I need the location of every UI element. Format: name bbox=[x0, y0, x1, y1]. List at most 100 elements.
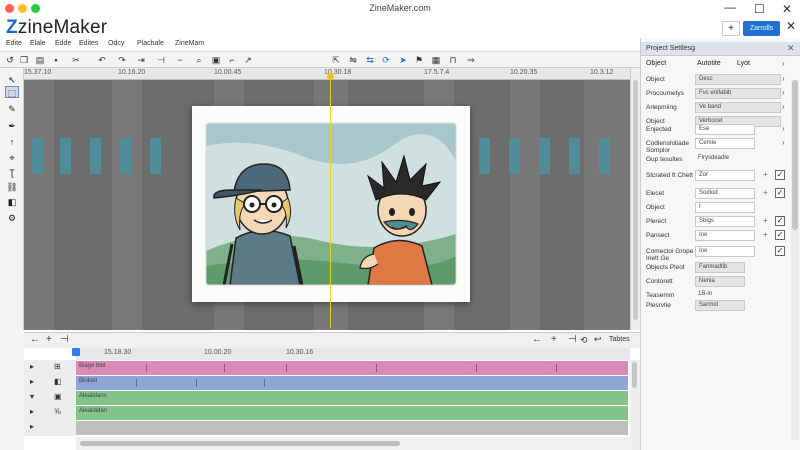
crop-icon[interactable]: ⌐ bbox=[226, 54, 238, 66]
property-value-field[interactable]: Zor bbox=[695, 170, 755, 181]
property-checkbox[interactable]: ✓ bbox=[775, 230, 785, 240]
add-property-icon[interactable]: + bbox=[763, 188, 768, 197]
add-property-icon[interactable]: + bbox=[763, 170, 768, 179]
text-tool-icon[interactable]: Ʈ bbox=[5, 167, 19, 179]
property-value-field[interactable]: Ine bbox=[695, 230, 755, 241]
timeline-track[interactable]: Alealidans bbox=[76, 391, 628, 405]
tab-autotite[interactable]: Autotite bbox=[697, 60, 721, 67]
next-icon[interactable]: ⇒ bbox=[465, 54, 477, 66]
chevron-right-icon[interactable]: › bbox=[782, 88, 785, 97]
plus-icon[interactable]: + bbox=[551, 334, 557, 345]
menu-item[interactable]: Plachale bbox=[137, 40, 164, 47]
resize-icon[interactable]: ↗ bbox=[242, 54, 254, 66]
track-header[interactable]: ▸ ⅝ bbox=[24, 405, 76, 419]
back-arrow-icon[interactable]: ← bbox=[532, 334, 542, 345]
add-property-icon[interactable]: + bbox=[763, 230, 768, 239]
property-value-field[interactable]: Fanmadtib bbox=[695, 262, 745, 273]
close-panel-icon[interactable]: ✕ bbox=[786, 19, 796, 33]
eyedropper-icon[interactable]: ⌖ bbox=[5, 152, 19, 164]
trim-end-icon[interactable]: ⊣ bbox=[60, 334, 69, 345]
tab-lyot[interactable]: Lyot bbox=[737, 60, 750, 67]
panel-scroll-thumb[interactable] bbox=[792, 80, 798, 230]
timeline-track-empty[interactable] bbox=[76, 421, 628, 435]
close-icon[interactable]: ✕ bbox=[782, 2, 792, 16]
canvas-vertical-scrollbar[interactable] bbox=[630, 68, 640, 330]
restore-icon[interactable]: ☐ bbox=[754, 2, 765, 16]
track-header[interactable]: ▾ ▣ bbox=[24, 390, 76, 404]
clip-tool-icon[interactable]: ⛓ bbox=[5, 181, 19, 193]
minus-icon[interactable]: − bbox=[174, 54, 186, 66]
tabs-label[interactable]: Tabtes bbox=[609, 336, 630, 343]
canvas-area[interactable] bbox=[24, 80, 630, 330]
comic-panel[interactable] bbox=[192, 106, 470, 302]
chevron-right-icon[interactable]: › bbox=[782, 59, 785, 68]
timeline-vertical-scrollbar[interactable] bbox=[630, 360, 640, 450]
add-property-icon[interactable]: + bbox=[763, 216, 768, 225]
arrow-tool-icon[interactable]: ↖ bbox=[5, 74, 19, 86]
select-tool-icon[interactable]: ⬚ bbox=[5, 86, 19, 98]
brush-tool-icon[interactable]: ✎ bbox=[5, 103, 19, 115]
property-checkbox[interactable]: ✓ bbox=[775, 188, 785, 198]
timeline-track[interactable]: Bloked bbox=[76, 376, 628, 390]
align-icon[interactable]: ⇋ bbox=[347, 54, 359, 66]
timeline-track[interactable]: Alealdidan bbox=[76, 406, 628, 420]
film-icon[interactable]: ▦ bbox=[430, 54, 442, 66]
pointer-icon[interactable]: ➤ bbox=[397, 54, 409, 66]
back-icon[interactable]: ↶ bbox=[96, 54, 108, 66]
property-value-field[interactable]: Ine bbox=[695, 246, 755, 257]
marker-icon[interactable]: ⇆ bbox=[364, 54, 376, 66]
property-value-field[interactable]: Fvc enifabib bbox=[695, 88, 781, 99]
property-checkbox[interactable]: ✓ bbox=[775, 216, 785, 226]
add-button[interactable]: + bbox=[722, 21, 740, 36]
forward-icon[interactable]: ↷ bbox=[116, 54, 128, 66]
track-header[interactable]: ▸ ⊞ bbox=[24, 360, 76, 374]
paste-icon[interactable]: ▤ bbox=[34, 54, 46, 66]
property-value-field[interactable]: Sodiod bbox=[695, 188, 755, 199]
chevron-right-icon[interactable]: › bbox=[782, 124, 785, 133]
shape-tool-icon[interactable]: ↑ bbox=[5, 136, 19, 148]
minimize-icon[interactable]: — bbox=[724, 0, 736, 14]
menu-item[interactable]: ZineMam bbox=[175, 40, 204, 47]
chevron-right-icon[interactable]: › bbox=[782, 138, 785, 147]
property-value-field[interactable]: Desc bbox=[695, 74, 781, 85]
playhead-handle[interactable] bbox=[327, 73, 334, 80]
add-track-icon[interactable]: + bbox=[46, 334, 52, 345]
panel-scrollbar[interactable] bbox=[791, 80, 799, 440]
move-left-icon[interactable]: ← bbox=[30, 334, 40, 345]
chevron-right-icon[interactable]: › bbox=[782, 102, 785, 111]
menu-item[interactable]: Edde bbox=[55, 40, 71, 47]
settings-tool-icon[interactable]: ⚙ bbox=[5, 212, 19, 224]
cut-icon[interactable]: ✂ bbox=[70, 54, 82, 66]
menu-item[interactable]: Odcy bbox=[108, 40, 124, 47]
trim-icon[interactable]: ⊣ bbox=[155, 54, 167, 66]
split-icon[interactable]: ⇥ bbox=[135, 54, 147, 66]
track-header[interactable]: ▸ ◧ bbox=[24, 375, 76, 389]
copy-icon[interactable]: ❐ bbox=[18, 54, 30, 66]
track-header[interactable]: ▸ bbox=[24, 420, 76, 434]
property-value-field[interactable]: Ve band bbox=[695, 102, 781, 113]
rotate-icon[interactable]: ⟳ bbox=[380, 54, 392, 66]
menu-item[interactable]: Elale bbox=[30, 40, 46, 47]
select-icon[interactable]: ⇱ bbox=[330, 54, 342, 66]
layers-tool-icon[interactable]: ◧ bbox=[5, 196, 19, 208]
primary-action-button[interactable]: Zarrolls bbox=[743, 21, 780, 36]
property-checkbox[interactable]: ✓ bbox=[775, 246, 785, 256]
search-icon[interactable]: ⌕ bbox=[193, 54, 205, 66]
link-icon[interactable]: ⟲ bbox=[580, 335, 588, 346]
timeline-track[interactable]: Biage blot bbox=[76, 361, 628, 375]
property-value-field[interactable]: I bbox=[695, 202, 755, 213]
property-value-field[interactable]: Ese bbox=[695, 124, 755, 135]
media-icon[interactable]: ▣ bbox=[210, 54, 222, 66]
menu-item[interactable]: Edite bbox=[6, 40, 22, 47]
end-icon[interactable]: ⊣ bbox=[568, 334, 577, 345]
flag-icon[interactable]: ⚑ bbox=[413, 54, 425, 66]
menu-item[interactable]: Edites bbox=[79, 40, 98, 47]
panel-close-icon[interactable]: ✕ bbox=[787, 43, 795, 54]
pen-tool-icon[interactable]: ✒ bbox=[5, 120, 19, 132]
scroll-thumb[interactable] bbox=[80, 441, 400, 446]
ripple-icon[interactable]: ↩ bbox=[594, 334, 602, 345]
property-checkbox[interactable]: ✓ bbox=[775, 170, 785, 180]
property-value-field[interactable]: Nenia bbox=[695, 276, 745, 287]
property-value-field[interactable]: Flrysdeadle bbox=[695, 154, 755, 165]
undo-icon[interactable]: ↺ bbox=[4, 54, 16, 66]
